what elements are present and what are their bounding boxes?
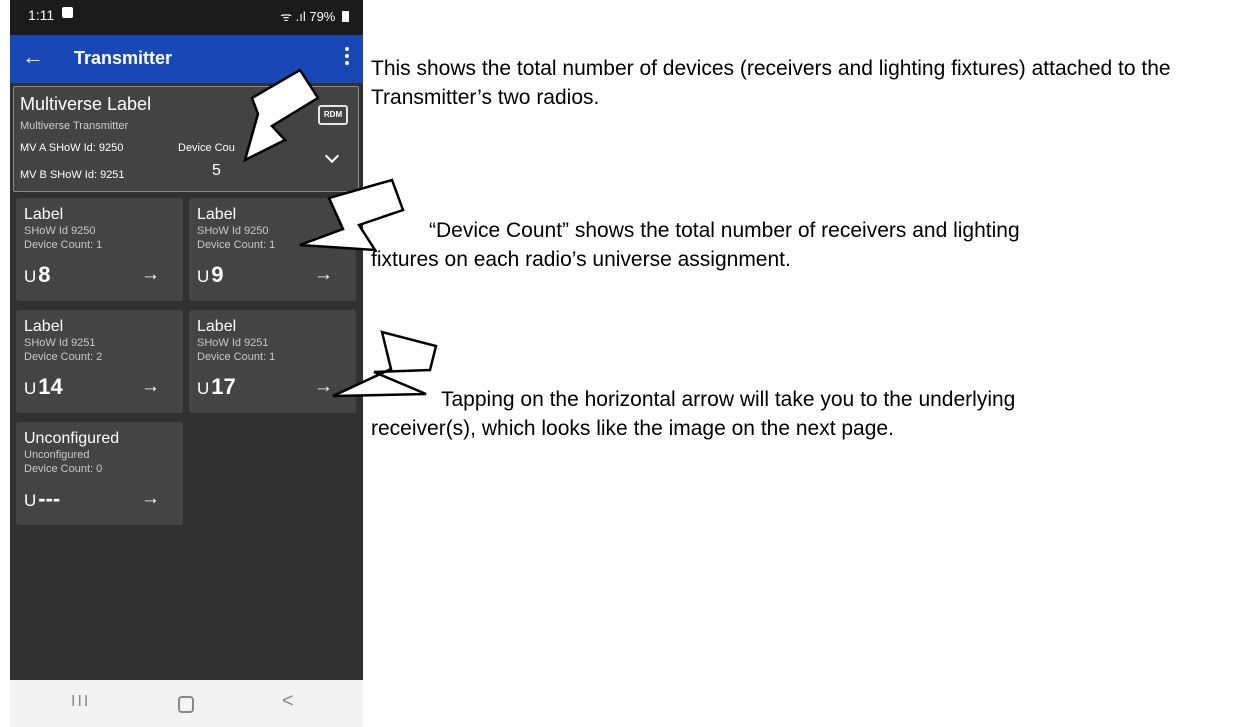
callout-arrows	[243, 68, 438, 398]
callout-arrow-2	[299, 178, 405, 252]
callout-arrow-3	[332, 330, 438, 398]
callout-arrow-1	[243, 68, 320, 163]
